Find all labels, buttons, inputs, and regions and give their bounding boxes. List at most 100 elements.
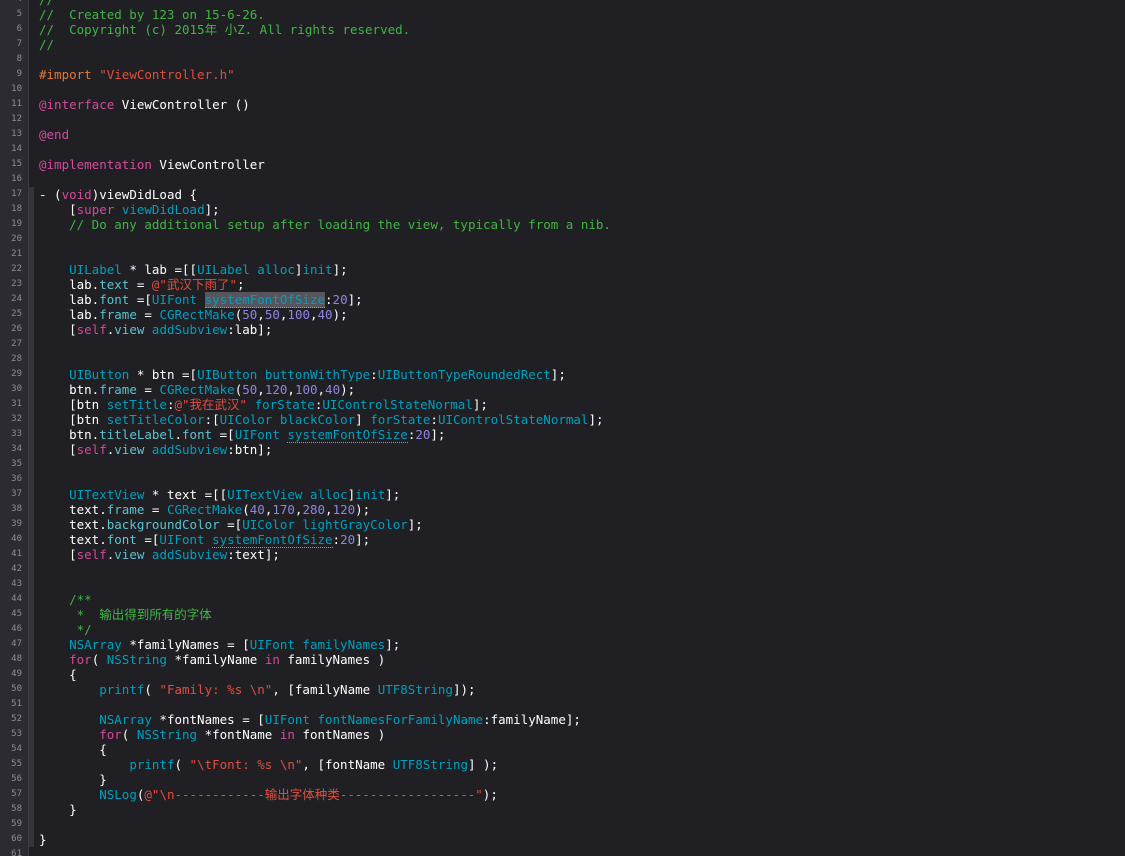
code-text[interactable]: [self.view addSubview:lab]; (39, 322, 272, 337)
code-line[interactable]: 16 (0, 172, 1125, 187)
code-text[interactable]: // Created by 123 on 15-6-26. (39, 7, 265, 22)
code-line[interactable]: 33 btn.titleLabel.font =[UIFont systemFo… (0, 427, 1125, 443)
code-text[interactable]: // (39, 0, 54, 7)
code-text[interactable]: */ (39, 622, 92, 637)
code-line[interactable]: 49 { (0, 667, 1125, 682)
code-text[interactable]: text.frame = CGRectMake(40,170,280,120); (39, 502, 370, 517)
code-line[interactable]: 39 text.backgroundColor =[UIColor lightG… (0, 517, 1125, 532)
code-line[interactable]: 42 (0, 562, 1125, 577)
code-text[interactable]: UILabel * lab =[[UILabel alloc]init]; (39, 262, 348, 277)
code-line[interactable]: 7 // (0, 37, 1125, 52)
code-text[interactable]: // Do any additional setup after loading… (39, 217, 611, 232)
code-line[interactable]: 48 for( NSString *familyName in familyNa… (0, 652, 1125, 667)
code-line[interactable]: 5 // Created by 123 on 15-6-26. (0, 7, 1125, 22)
code-text[interactable]: // (39, 37, 54, 52)
code-text[interactable]: lab.text = @"武汉下雨了"; (39, 277, 244, 292)
code-line[interactable]: 53 for( NSString *fontName in fontNames … (0, 727, 1125, 742)
code-text[interactable]: [btn setTitleColor:[UIColor blackColor] … (39, 412, 603, 427)
code-text[interactable]: - (void)viewDidLoad { (39, 187, 197, 202)
code-text[interactable]: [self.view addSubview:text]; (39, 547, 280, 562)
code-line[interactable]: 27 (0, 337, 1125, 352)
code-text[interactable]: } (39, 832, 47, 847)
code-line[interactable]: 34 [self.view addSubview:btn]; (0, 442, 1125, 457)
code-line[interactable]: 51 (0, 697, 1125, 712)
code-line[interactable]: 24 lab.font =[UIFont systemFontOfSize:20… (0, 292, 1125, 308)
code-text[interactable]: NSArray *fontNames = [UIFont fontNamesFo… (39, 712, 581, 727)
code-line[interactable]: 26 [self.view addSubview:lab]; (0, 322, 1125, 337)
code-line[interactable]: 4 // (0, 0, 1125, 7)
code-text[interactable]: lab.frame = CGRectMake(50,50,100,40); (39, 307, 348, 322)
code-text[interactable]: } (39, 772, 107, 787)
code-line[interactable]: 56 } (0, 772, 1125, 787)
code-line[interactable]: 11 @interface ViewController () (0, 97, 1125, 112)
code-line[interactable]: 19 // Do any additional setup after load… (0, 217, 1125, 232)
code-text[interactable]: printf( "\tFont: %s \n", [fontName UTF8S… (39, 757, 498, 772)
code-line[interactable]: 18 [super viewDidLoad]; (0, 202, 1125, 217)
code-line[interactable]: 58 } (0, 802, 1125, 817)
code-line[interactable]: 55 printf( "\tFont: %s \n", [fontName UT… (0, 757, 1125, 772)
code-editor[interactable]: 4 // 5 // Created by 123 on 15-6-26. 6 // Cop… (0, 0, 1125, 856)
code-line[interactable]: 9 #import "ViewController.h" (0, 67, 1125, 82)
code-line[interactable]: 29 UIButton * btn =[UIButton buttonWithT… (0, 367, 1125, 382)
code-text[interactable]: text.font =[UIFont systemFontOfSize:20]; (39, 532, 370, 548)
code-line[interactable]: 13 @end (0, 127, 1125, 142)
code-line[interactable]: 23 lab.text = @"武汉下雨了"; (0, 277, 1125, 292)
code-text[interactable]: @implementation ViewController (39, 157, 265, 172)
code-line[interactable]: 59 (0, 817, 1125, 832)
code-text[interactable]: text.backgroundColor =[UIColor lightGray… (39, 517, 423, 532)
code-text[interactable]: * 输出得到所有的字体 (39, 607, 212, 622)
code-line[interactable]: 32 [btn setTitleColor:[UIColor blackColo… (0, 412, 1125, 427)
code-text[interactable]: @interface ViewController () (39, 97, 250, 112)
code-text[interactable]: @end (39, 127, 69, 142)
code-line[interactable]: 15 @implementation ViewController (0, 157, 1125, 172)
code-line[interactable]: 17 - (void)viewDidLoad { (0, 187, 1125, 202)
code-line[interactable]: 60} (0, 832, 1125, 847)
code-line[interactable]: 54 { (0, 742, 1125, 757)
code-line[interactable]: 50 printf( "Family: %s \n", [familyName … (0, 682, 1125, 697)
code-line[interactable]: 31 [btn setTitle:@"我在武汉" forState:UICont… (0, 397, 1125, 412)
code-text[interactable]: { (39, 667, 77, 682)
code-text[interactable]: NSArray *familyNames = [UIFont familyNam… (39, 637, 400, 652)
code-text[interactable]: { (39, 742, 107, 757)
code-line[interactable]: 21 (0, 247, 1125, 262)
code-line[interactable]: 35 (0, 457, 1125, 472)
code-line[interactable]: 61 (0, 847, 1125, 856)
code-line[interactable]: 14 (0, 142, 1125, 157)
code-text[interactable]: [super viewDidLoad]; (39, 202, 220, 217)
code-text[interactable]: printf( "Family: %s \n", [familyName UTF… (39, 682, 475, 697)
code-line[interactable]: 28 (0, 352, 1125, 367)
code-text[interactable]: lab.font =[UIFont systemFontOfSize:20]; (39, 292, 363, 308)
code-text[interactable]: } (39, 802, 77, 817)
code-line[interactable]: 38 text.frame = CGRectMake(40,170,280,12… (0, 502, 1125, 517)
code-line[interactable]: 44 /** (0, 592, 1125, 607)
code-line[interactable]: 20 (0, 232, 1125, 247)
code-line[interactable]: 30 btn.frame = CGRectMake(50,120,100,40)… (0, 382, 1125, 397)
code-text[interactable]: #import "ViewController.h" (39, 67, 235, 82)
code-line[interactable]: 22 UILabel * lab =[[UILabel alloc]init]; (0, 262, 1125, 277)
code-line[interactable]: 43 (0, 577, 1125, 592)
code-line[interactable]: 25 lab.frame = CGRectMake(50,50,100,40); (0, 307, 1125, 322)
code-text[interactable]: NSLog(@"\n------------输出字体种类------------… (39, 787, 498, 802)
code-line[interactable]: 41 [self.view addSubview:text]; (0, 547, 1125, 562)
code-text[interactable]: for( NSString *familyName in familyNames… (39, 652, 385, 667)
code-text[interactable]: /** (39, 592, 92, 607)
code-line[interactable]: 10 (0, 82, 1125, 97)
code-line[interactable]: 12 (0, 112, 1125, 127)
code-line[interactable]: 37 UITextView * text =[[UITextView alloc… (0, 487, 1125, 502)
code-text[interactable]: for( NSString *fontName in fontNames ) (39, 727, 385, 742)
code-line[interactable]: 40 text.font =[UIFont systemFontOfSize:2… (0, 532, 1125, 548)
code-text[interactable]: btn.titleLabel.font =[UIFont systemFontO… (39, 427, 445, 443)
code-line[interactable]: 52 NSArray *fontNames = [UIFont fontName… (0, 712, 1125, 727)
code-text[interactable]: [self.view addSubview:btn]; (39, 442, 272, 457)
code-line[interactable]: 6 // Copyright (c) 2015年 小Z. All rights r… (0, 22, 1125, 37)
code-text[interactable]: // Copyright (c) 2015年 小Z. All rights re… (39, 22, 410, 37)
code-line[interactable]: 46 */ (0, 622, 1125, 637)
code-line[interactable]: 45 * 输出得到所有的字体 (0, 607, 1125, 622)
code-text[interactable]: UIButton * btn =[UIButton buttonWithType… (39, 367, 566, 382)
code-line[interactable]: 47 NSArray *familyNames = [UIFont family… (0, 637, 1125, 652)
code-line[interactable]: 57 NSLog(@"\n------------输出字体种类---------… (0, 787, 1125, 802)
code-text[interactable]: UITextView * text =[[UITextView alloc]in… (39, 487, 400, 502)
code-text[interactable]: [btn setTitle:@"我在武汉" forState:UIControl… (39, 397, 488, 412)
code-text[interactable]: btn.frame = CGRectMake(50,120,100,40); (39, 382, 355, 397)
code-line[interactable]: 36 (0, 472, 1125, 487)
